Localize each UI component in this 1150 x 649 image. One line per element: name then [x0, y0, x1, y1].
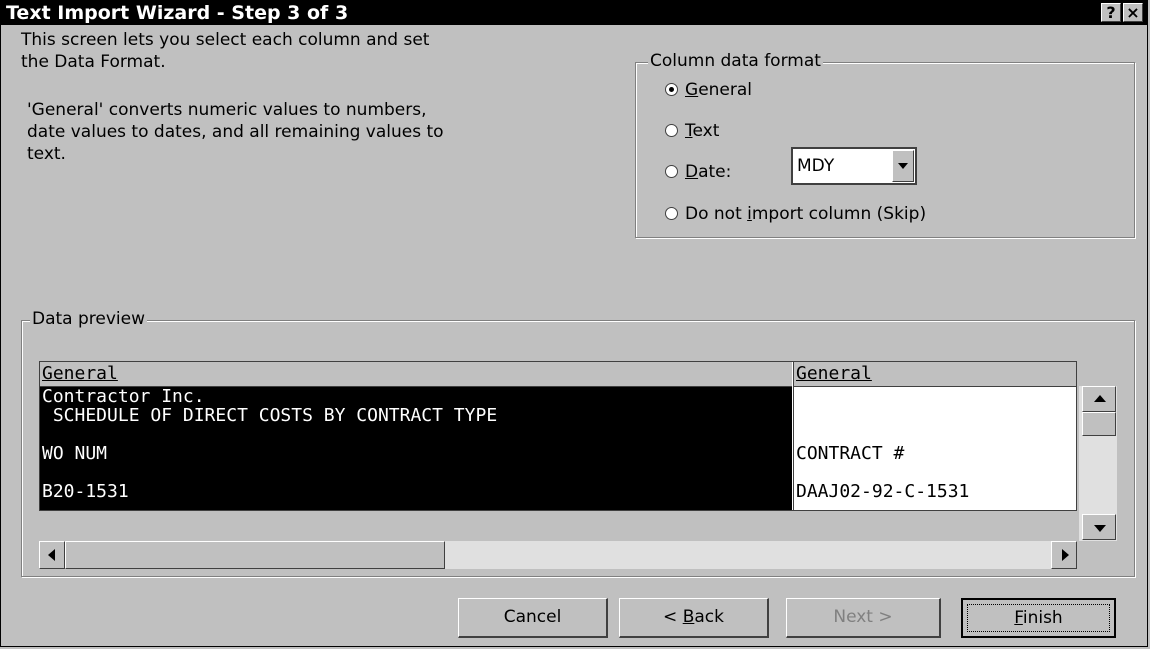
description-line-1: This screen lets you select each column … [21, 30, 430, 50]
finish-button[interactable]: Finish [961, 598, 1116, 638]
help-button[interactable]: ? [1101, 3, 1121, 22]
data-preview-legend: Data preview [30, 308, 148, 330]
preview-cell: SCHEDULE OF DIRECT COSTS BY CONTRACT TYP… [42, 405, 498, 426]
general-note-line-3: text. [27, 144, 66, 164]
radio-general[interactable]: General [665, 79, 752, 101]
column-data-format-legend: Column data format [648, 50, 823, 72]
preview-cell: Contractor Inc. [42, 386, 205, 407]
dropdown-button[interactable] [892, 150, 914, 182]
preview-cell [794, 387, 1076, 406]
preview-cell: CONTRACT # [796, 443, 905, 464]
preview-cell [40, 463, 792, 482]
radio-unchecked-icon [665, 124, 678, 137]
cancel-button[interactable]: Cancel [458, 598, 608, 638]
radio-unchecked-icon [665, 165, 678, 178]
radio-skip[interactable]: Do not import column (Skip) [665, 203, 926, 225]
general-note-line-1: 'General' converts numeric values to num… [27, 100, 427, 120]
close-button[interactable]: × [1123, 3, 1143, 22]
general-note-line-2: date values to dates, and all remaining … [27, 122, 444, 142]
next-button[interactable]: Next > [786, 598, 941, 638]
column-header[interactable]: General [794, 362, 1076, 387]
preview-cell: WO NUM [42, 443, 108, 464]
radio-checked-icon [665, 83, 678, 96]
radio-date[interactable]: Date: [665, 161, 731, 183]
preview-cell [794, 463, 1076, 482]
radio-text[interactable]: Text [665, 120, 719, 142]
arrow-right-icon [1062, 549, 1069, 561]
date-format-value: MDY [797, 156, 835, 176]
chevron-down-icon [898, 163, 908, 169]
preview-cell [794, 425, 1076, 444]
back-button[interactable]: < Back [619, 598, 769, 638]
scroll-down-button[interactable] [1082, 514, 1116, 540]
scroll-thumb[interactable] [65, 541, 445, 569]
scroll-right-button[interactable] [1051, 541, 1077, 569]
description-line-2: the Data Format. [21, 52, 166, 72]
radio-unchecked-icon [665, 207, 678, 220]
scroll-thumb[interactable] [1082, 412, 1116, 436]
title-bar[interactable]: Text Import Wizard - Step 3 of 3 ? × [1, 1, 1147, 25]
preview-cell: DAAJ02-92-C-1531 [796, 481, 970, 502]
vertical-scrollbar[interactable] [1079, 386, 1117, 541]
focus-ring [967, 604, 1110, 632]
preview-column-2[interactable]: General CONTRACT # DAAJ02-92-C-1531 [793, 362, 1076, 510]
arrow-down-icon [1094, 525, 1106, 532]
column-header[interactable]: General [40, 362, 792, 387]
data-preview-grid: General Contractor Inc. SCHEDULE OF DIRE… [39, 361, 1077, 511]
arrow-up-icon [1094, 395, 1106, 402]
scroll-up-button[interactable] [1082, 386, 1116, 412]
preview-column-1[interactable]: General Contractor Inc. SCHEDULE OF DIRE… [40, 362, 792, 510]
arrow-left-icon [48, 549, 55, 561]
preview-cell [794, 406, 1076, 425]
date-format-select[interactable]: MDY [791, 147, 917, 185]
dialog-title: Text Import Wizard - Step 3 of 3 [6, 2, 349, 24]
text-import-wizard-dialog: Text Import Wizard - Step 3 of 3 ? × Thi… [0, 0, 1148, 647]
preview-cell: B20-1531 [42, 481, 129, 502]
scroll-left-button[interactable] [39, 541, 65, 569]
preview-cell [40, 425, 792, 444]
horizontal-scrollbar[interactable] [39, 541, 1077, 569]
